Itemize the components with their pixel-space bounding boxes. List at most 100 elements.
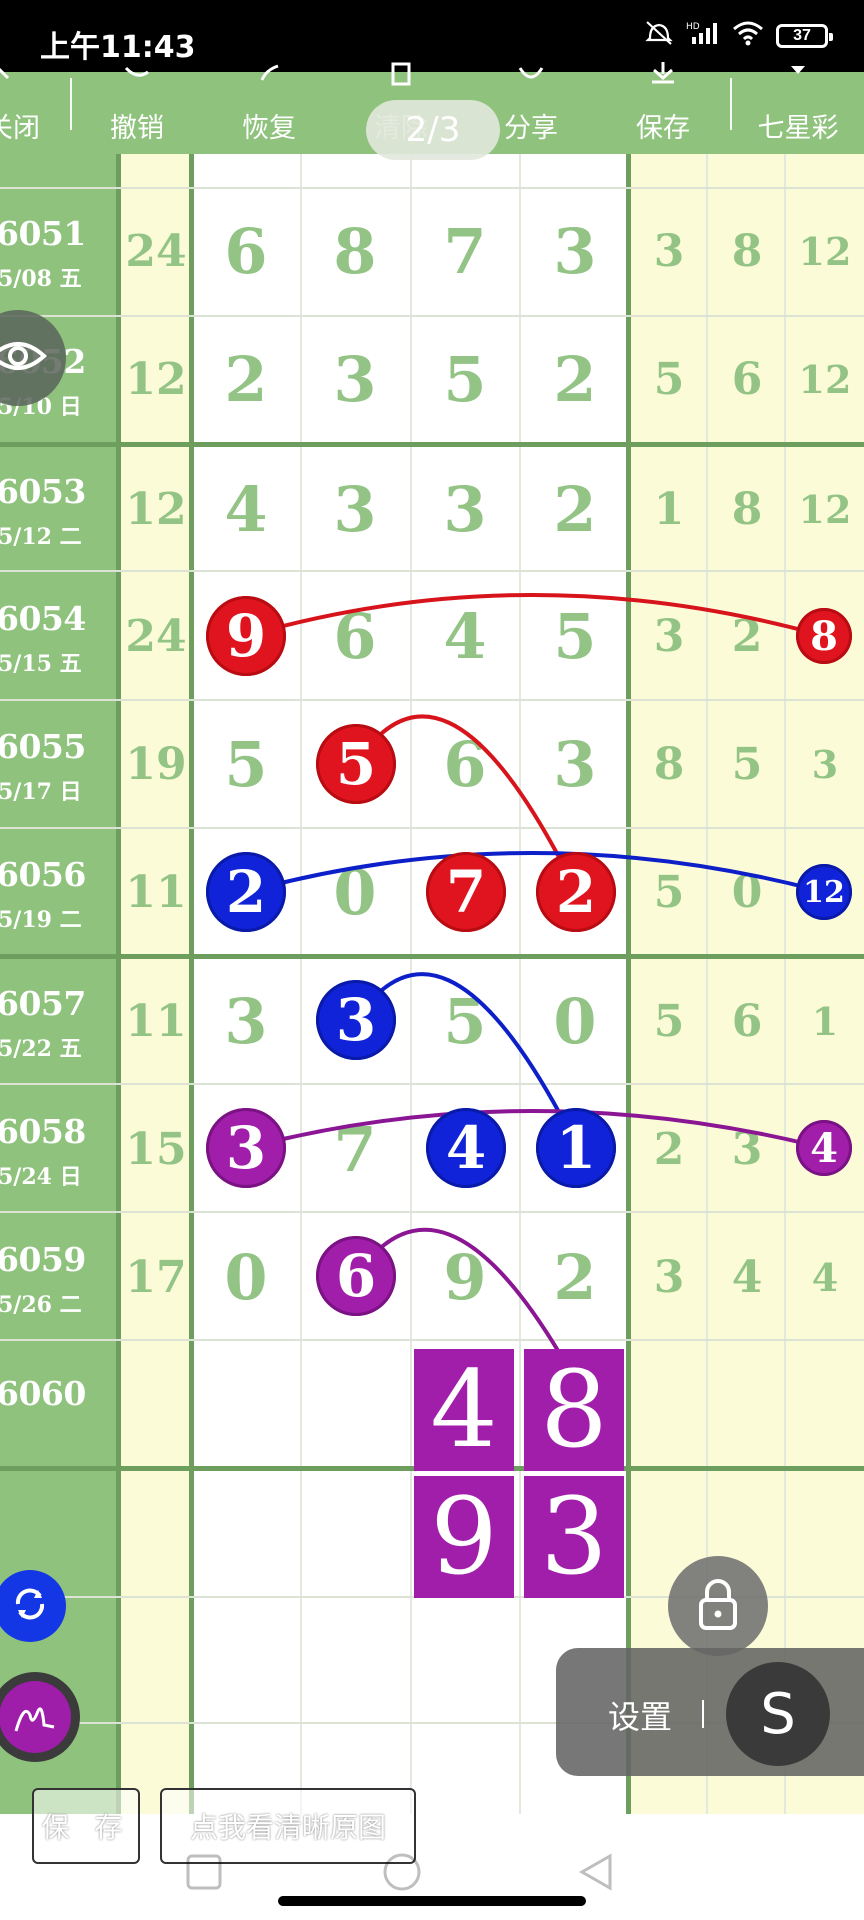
digit-cell: 6 [224, 214, 268, 288]
settings-button[interactable]: 设置 [608, 1692, 672, 1738]
sum-cell: 15 [125, 1123, 187, 1175]
tail-cell: 8 [731, 225, 763, 277]
close-icon [0, 62, 22, 86]
close-button[interactable]: 关闭 [0, 67, 40, 154]
period-date: 5/15 五 [0, 651, 82, 677]
highlighted-digit: 2 [206, 852, 286, 932]
period-number: 6056 [0, 855, 86, 894]
digit-cell: 2 [553, 472, 597, 546]
highlighted-tail: 4 [796, 1120, 852, 1176]
tail-cell: 2 [653, 1123, 685, 1175]
highlighted-tail: 8 [796, 608, 852, 664]
grid-vline [519, 154, 521, 1814]
period-number: 6053 [0, 472, 86, 511]
home-icon[interactable] [380, 1852, 424, 1892]
tail-cell: 3 [653, 225, 685, 277]
recent-apps-icon[interactable] [184, 1852, 224, 1892]
undo-button[interactable]: 撤销 [98, 66, 176, 154]
tail-cell: 0 [731, 866, 763, 918]
signal-icon: HD [686, 20, 720, 52]
home-indicator[interactable] [278, 1896, 586, 1906]
period-date: 5/24 日 [0, 1164, 82, 1190]
highlighted-digit: 2 [536, 852, 616, 932]
digit-cell: 5 [224, 727, 268, 801]
tail-cell: 1 [811, 998, 839, 1044]
page-indicator: 2/3 [366, 100, 500, 160]
sum-cell: 12 [125, 483, 187, 535]
period-date: 5/26 二 [0, 1292, 82, 1318]
period-date: 5/17 日 [0, 779, 82, 805]
redo-label: 恢复 [242, 113, 296, 144]
digit-cell: 3 [333, 342, 377, 416]
predicted-digit: 4 [414, 1349, 514, 1471]
highlighted-digit: 3 [316, 980, 396, 1060]
s-logo-button[interactable]: S [726, 1662, 830, 1766]
toolbar-divider [730, 78, 732, 130]
tail-cell: 12 [798, 486, 852, 532]
digit-cell: 2 [224, 342, 268, 416]
highlighted-digit: 1 [536, 1108, 616, 1188]
wifi-icon [732, 20, 764, 52]
redo-button[interactable]: 恢复 [230, 64, 308, 154]
tail-cell: 6 [731, 353, 763, 405]
toolbar-divider [70, 78, 72, 130]
eye-icon [0, 336, 48, 381]
sum-cell: 11 [125, 866, 187, 918]
save-button[interactable]: 保存 [624, 62, 702, 154]
period-date: 5/22 五 [0, 1036, 82, 1062]
period-date: 5/12 二 [0, 524, 82, 550]
lottery-type-button[interactable]: 七星彩 [746, 66, 850, 154]
back-icon[interactable] [576, 1852, 616, 1892]
digit-cell: 6 [443, 727, 487, 801]
tail-cell: 3 [811, 741, 839, 787]
tail-cell: 4 [731, 1251, 763, 1303]
period-number: 6057 [0, 984, 86, 1023]
save-label: 保存 [636, 113, 690, 144]
digit-cell: 5 [443, 984, 487, 1058]
tail-cell: 1 [653, 483, 685, 535]
tail-cell: 5 [731, 738, 763, 790]
digit-cell: 3 [224, 984, 268, 1058]
digit-cell: 3 [333, 472, 377, 546]
highlighted-tail: 12 [796, 864, 852, 920]
digit-cell: 5 [443, 342, 487, 416]
digit-cell: 3 [553, 727, 597, 801]
tail-cell: 12 [798, 228, 852, 274]
digit-cell: 4 [443, 599, 487, 673]
sum-cell: 24 [125, 610, 187, 662]
trash-icon [384, 62, 418, 86]
period-number: 6060 [0, 1374, 86, 1413]
save-image-button[interactable]: 保 存 [32, 1788, 140, 1864]
grid-vline [410, 154, 412, 1814]
tail-cell: 4 [811, 1254, 839, 1300]
lock-button[interactable] [668, 1556, 768, 1656]
undo-label: 撤销 [110, 113, 164, 144]
highlighted-digit: 4 [426, 1108, 506, 1188]
settings-divider [702, 1700, 704, 1728]
tail-cell: 5 [653, 995, 685, 1047]
period-number: 6054 [0, 599, 86, 638]
close-label: 关闭 [0, 113, 40, 144]
signature-icon [0, 1681, 71, 1753]
digit-cell: 4 [224, 472, 268, 546]
undo-icon [120, 62, 154, 86]
highlighted-digit: 6 [316, 1236, 396, 1316]
tail-cell: 5 [653, 866, 685, 918]
tail-cell: 2 [731, 610, 763, 662]
tail-cell: 8 [731, 483, 763, 535]
tail-cell: 3 [653, 610, 685, 662]
tail-cell: 5 [653, 353, 685, 405]
sync-icon [10, 1584, 50, 1629]
lock-icon [693, 1576, 743, 1637]
tail-cell: 12 [798, 356, 852, 402]
chevron-down-icon [781, 62, 815, 86]
digit-cell: 2 [553, 342, 597, 416]
sum-cell: 19 [125, 738, 187, 790]
tail-cell: 6 [731, 995, 763, 1047]
period-number: 6055 [0, 727, 86, 766]
tail-cell: 3 [731, 1123, 763, 1175]
mute-icon [644, 20, 674, 52]
period-date: 5/08 五 [0, 266, 82, 292]
share-button[interactable]: 分享 [492, 67, 570, 154]
predicted-digit: 3 [524, 1476, 624, 1598]
